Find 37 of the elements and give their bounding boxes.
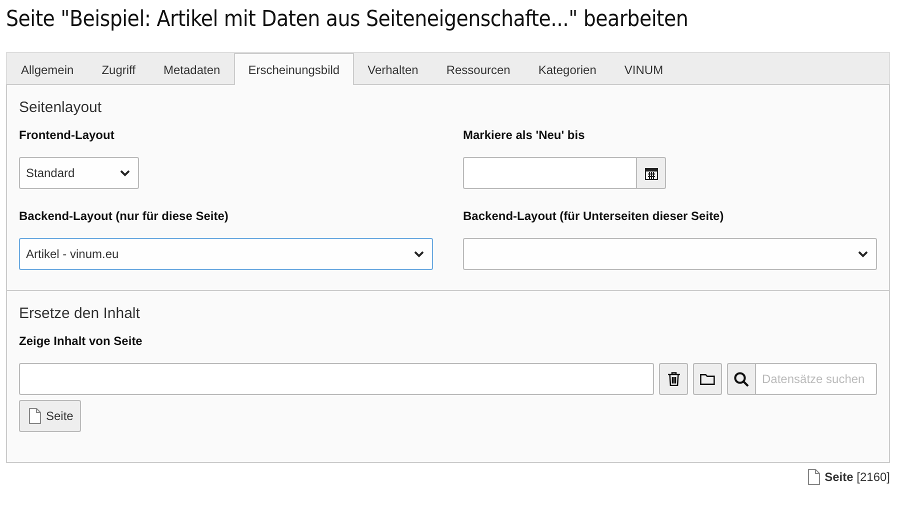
folder-button[interactable] — [693, 363, 722, 395]
field-label: Backend-Layout (für Unterseiten dieser Seite) — [463, 209, 725, 223]
search-field[interactable]: Datensätze suchen — [756, 363, 877, 395]
select-field[interactable]: Standard — [19, 157, 139, 189]
tab[interactable]: Ressourcen — [432, 53, 524, 85]
tab[interactable]: Kategorien — [524, 53, 610, 85]
tab[interactable]: Allgemein — [7, 53, 88, 85]
select-field[interactable] — [463, 238, 877, 270]
trash-icon — [668, 372, 680, 386]
file-icon — [808, 469, 820, 485]
section-heading: Seitenlayout — [19, 99, 103, 116]
calendar-button[interactable] — [637, 157, 666, 189]
tab[interactable]: Zugriff — [88, 53, 150, 85]
delete-button[interactable] — [659, 363, 688, 395]
chevron-icon — [858, 250, 868, 258]
select-field[interactable]: Artikel - vinum.eu — [19, 238, 433, 270]
field-label: Backend-Layout (nur für diese Seite) — [19, 209, 230, 223]
tab[interactable]: Metadaten — [150, 53, 234, 85]
folder-icon — [700, 374, 715, 384]
field-label: Frontend-Layout — [19, 128, 116, 142]
page-field[interactable] — [19, 363, 654, 395]
chevron-icon — [414, 250, 424, 258]
calendar-icon — [644, 166, 658, 180]
file-icon — [29, 408, 41, 424]
search-icon — [734, 372, 749, 386]
section-heading: Ersetze den Inhalt — [19, 305, 141, 322]
search-button[interactable] — [727, 363, 756, 395]
date-field[interactable] — [463, 157, 637, 189]
record-info: Seite [2160] — [824, 470, 890, 484]
field-label: Markiere als 'Neu' bis — [463, 128, 586, 142]
add-page-button[interactable]: Seite — [19, 400, 82, 432]
tab[interactable]: Verhalten — [354, 53, 432, 85]
field-label: Zeige Inhalt von Seite — [19, 334, 144, 348]
tab[interactable]: Erscheinungsbild — [234, 53, 354, 85]
page-title: Seite "Beispiel: Artikel mit Daten aus Seiteneigenschafte..." bearbeiten — [6, 6, 690, 34]
tab[interactable]: VINUM — [610, 53, 678, 85]
chevron-icon — [120, 170, 130, 176]
